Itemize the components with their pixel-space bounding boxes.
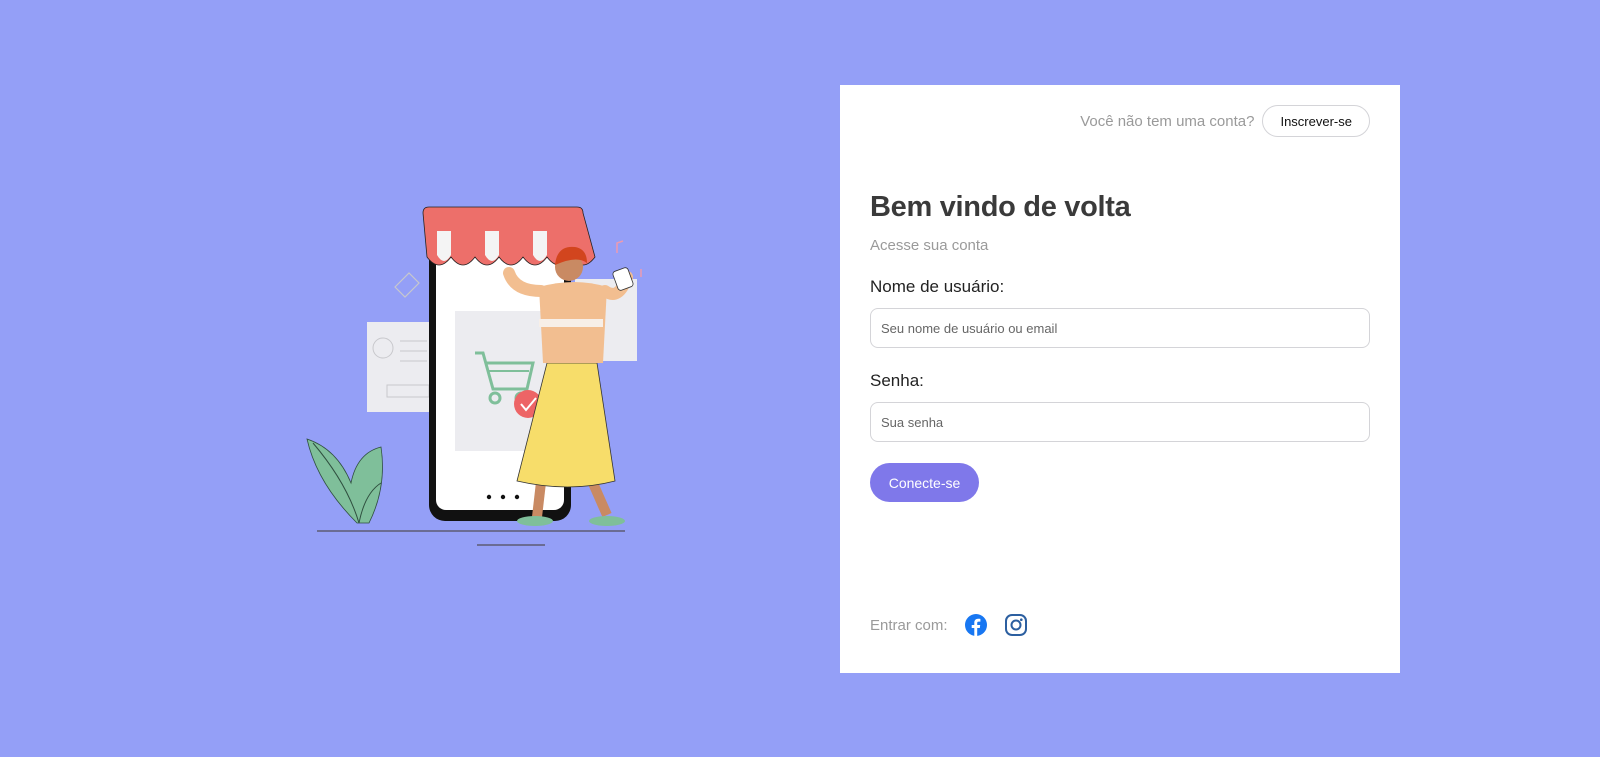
login-card: Você não tem uma conta? Inscrever-se Bem…	[840, 85, 1400, 673]
signup-button[interactable]: Inscrever-se	[1262, 105, 1370, 137]
login-button[interactable]: Conecte-se	[870, 463, 979, 502]
username-input[interactable]	[870, 308, 1370, 348]
instagram-icon[interactable]	[1004, 613, 1028, 637]
facebook-icon[interactable]	[964, 613, 988, 637]
page-subtitle: Acesse sua conta	[870, 237, 989, 254]
social-login-label: Entrar com:	[870, 616, 948, 634]
page-title: Bem vindo de volta	[870, 191, 1131, 223]
no-account-text: Você não tem uma conta?	[1080, 112, 1255, 130]
password-label: Senha:	[870, 371, 924, 390]
password-input[interactable]	[870, 402, 1370, 442]
username-label: Nome de usuário:	[870, 277, 1005, 296]
signup-prompt: Você não tem uma conta? Inscrever-se	[1080, 105, 1370, 137]
social-login: Entrar com:	[870, 613, 1044, 637]
shopping-illustration	[295, 195, 665, 555]
